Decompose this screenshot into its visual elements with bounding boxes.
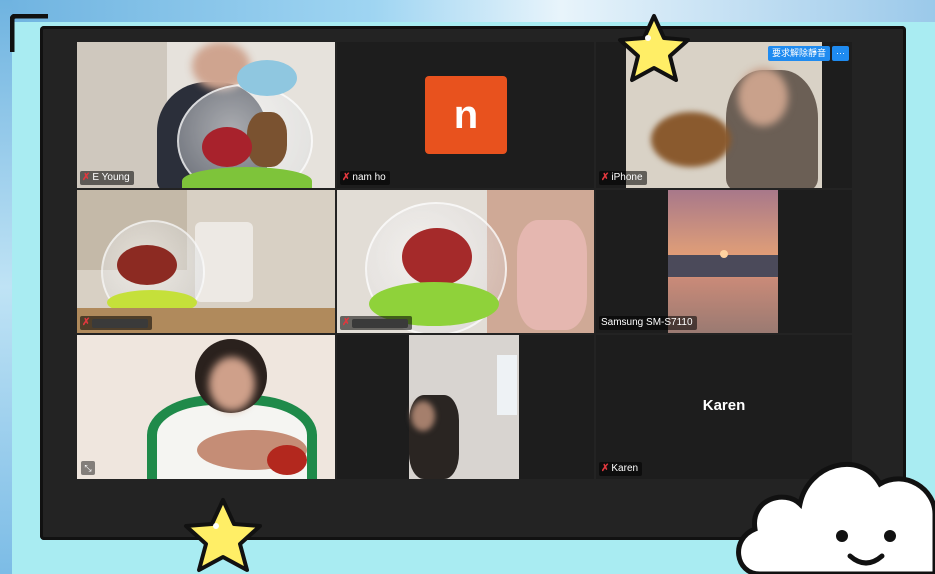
- red-flowers: [267, 445, 307, 475]
- window-light: [497, 355, 517, 415]
- mic-off-icon: ✗: [601, 463, 610, 474]
- person-arm: [517, 220, 587, 330]
- expand-icon[interactable]: ⤡: [81, 461, 95, 475]
- background-shelf: [77, 42, 167, 188]
- mic-off-icon: ✗: [82, 317, 91, 328]
- name-label: ✗: [340, 316, 413, 330]
- red-flowers: [402, 228, 472, 286]
- name-label: ✗ Karen: [599, 462, 643, 476]
- video-tile-e-young[interactable]: ✗ E Young: [77, 42, 335, 188]
- moss-base: [182, 167, 312, 188]
- participant-name: nam ho: [352, 172, 386, 183]
- sun: [720, 250, 728, 258]
- video-tile-8[interactable]: [337, 335, 594, 479]
- red-flowers: [202, 127, 252, 167]
- face-blur: [209, 357, 255, 411]
- avatar: n: [425, 76, 507, 154]
- name-label: ✗ nam ho: [340, 171, 390, 185]
- face-blur: [738, 68, 788, 126]
- pinecone: [247, 112, 287, 167]
- video-tile-7[interactable]: ⤡: [77, 335, 335, 479]
- star-icon: [618, 14, 690, 82]
- more-options-button[interactable]: ···: [832, 46, 849, 61]
- redacted-name: [92, 318, 149, 328]
- participant-display-name: Karen: [702, 397, 746, 414]
- video-tile-4[interactable]: ✗: [77, 190, 335, 333]
- participant-name: Samsung SM-S7110: [601, 317, 693, 328]
- participant-name: Karen: [611, 463, 639, 474]
- video-tile-nam-ho[interactable]: n ✗ nam ho: [337, 42, 594, 188]
- participant-name: iPhone: [611, 172, 643, 183]
- name-label: ✗ iPhone: [599, 171, 647, 185]
- face-blur: [411, 401, 435, 431]
- name-label: ✗: [80, 316, 153, 330]
- name-label: ✗ E Young: [80, 171, 134, 185]
- ask-to-unmute-button[interactable]: 要求解除靜音: [767, 46, 830, 61]
- sky-strip-left: [0, 0, 12, 574]
- red-flowers: [117, 245, 177, 285]
- video-tile-5[interactable]: ✗: [337, 190, 594, 333]
- corner-bracket-icon: [10, 14, 48, 52]
- video-tile-samsung[interactable]: Samsung SM-S7110: [596, 190, 852, 333]
- held-object: [651, 112, 731, 167]
- mic-off-icon: ✗: [342, 172, 351, 183]
- mic-off-icon: ✗: [342, 317, 351, 328]
- mountains: [668, 255, 778, 277]
- participant-name: E Young: [92, 172, 130, 183]
- mic-off-icon: ✗: [82, 172, 91, 183]
- star-icon: [184, 498, 262, 572]
- sky-strip-top: [0, 0, 935, 22]
- name-label: Samsung SM-S7110: [599, 316, 697, 330]
- gloved-hand: [237, 60, 297, 96]
- mic-off-icon: ✗: [601, 172, 610, 183]
- cloud-face-icon: [736, 461, 935, 574]
- redacted-name: [352, 318, 409, 328]
